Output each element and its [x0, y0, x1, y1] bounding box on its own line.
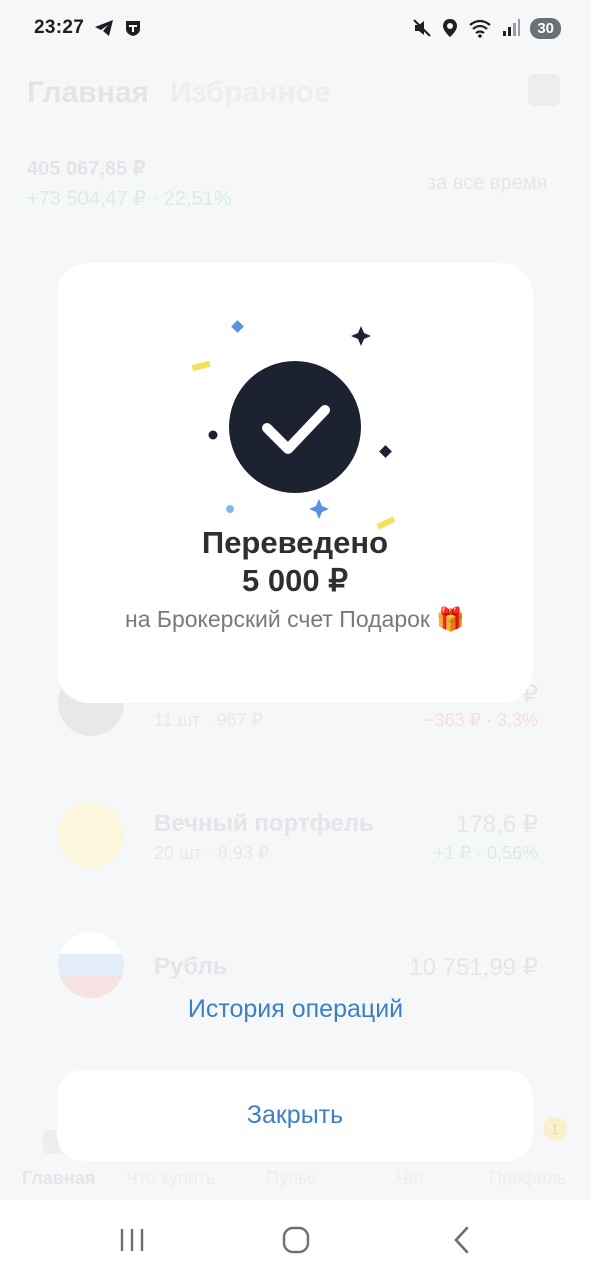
period-selector: за все время — [427, 172, 548, 194]
confetti-dot-dark — [208, 430, 218, 440]
status-right-icons: 30 — [412, 17, 561, 39]
transfer-amount: 5 000 ₽ — [242, 563, 348, 598]
gift-icon — [528, 74, 560, 106]
status-left-icons — [94, 19, 142, 37]
confetti-dot-blue — [226, 505, 234, 513]
signal-icon — [503, 19, 521, 36]
telegram-icon — [95, 20, 114, 36]
wifi-icon — [469, 19, 491, 38]
nav-chat: Чат — [396, 1168, 426, 1188]
recent-apps-icon — [120, 1229, 144, 1251]
tab-main: Главная — [27, 76, 150, 109]
asset-sub: 20 шт · 8,93 ₽ — [154, 843, 270, 863]
asset-name: Вечный портфель — [154, 810, 374, 837]
transfer-description: на Брокерский счет Подарок 🎁 — [125, 606, 465, 632]
confetti-dark-diamond — [379, 445, 392, 458]
back-button[interactable] — [442, 1220, 482, 1260]
nav-pulse: Пульс — [266, 1168, 317, 1188]
system-nav-bar — [0, 1200, 591, 1280]
nav-profile: Профиль — [489, 1168, 567, 1188]
asset-logo-icon — [58, 802, 124, 868]
asset-sub: 11 шт · 967 ₽ — [154, 710, 263, 730]
home-button[interactable] — [276, 1220, 316, 1260]
status-time: 23:27 — [34, 17, 85, 38]
status-bar: 23:27 30 — [0, 0, 591, 56]
confetti-yellow-left — [191, 360, 211, 372]
home-circle-icon — [282, 1226, 310, 1254]
success-title: Переведено — [201, 525, 389, 560]
success-illustration — [191, 320, 396, 530]
battery-indicator: 30 — [530, 17, 561, 39]
sparkle-blue-icon — [309, 499, 329, 519]
asset-name: Рубль — [154, 953, 228, 980]
confetti-blue-diamond — [231, 320, 244, 333]
asset-delta: −363 ₽ · 3,3% — [423, 710, 538, 730]
asset-delta: +1 ₽ · 0,56% — [433, 843, 538, 863]
mute-icon — [413, 19, 432, 37]
portfolio-delta: +73 504,47 ₽ · 22,51% — [27, 188, 232, 210]
operation-history-link[interactable]: История операций — [0, 995, 591, 1024]
recent-apps-button[interactable] — [112, 1220, 152, 1260]
sparkle-dark-icon — [351, 326, 371, 346]
portfolio-total: 405 067,85 ₽ — [27, 158, 146, 180]
screen: 23:27 30 Главная Избранное 405 067,85 ₽ … — [0, 0, 591, 1280]
nav-what-to-buy: Что купить — [126, 1168, 216, 1188]
success-card: Переведено 5 000 ₽ на Брокерский счет По… — [57, 263, 533, 703]
profile-badge: 1 — [543, 1117, 567, 1141]
tab-favorites: Избранное — [170, 76, 331, 109]
close-button[interactable]: Закрыть — [57, 1070, 533, 1161]
back-chevron-icon — [454, 1226, 469, 1254]
location-icon — [443, 19, 458, 37]
asset-value: 178,6 ₽ — [456, 811, 538, 838]
tinkoff-icon — [126, 21, 141, 36]
asset-value: 10 751,99 ₽ — [409, 954, 538, 981]
ruble-flag-icon — [58, 932, 124, 998]
check-circle — [229, 361, 361, 493]
nav-home: Главная — [22, 1168, 96, 1188]
